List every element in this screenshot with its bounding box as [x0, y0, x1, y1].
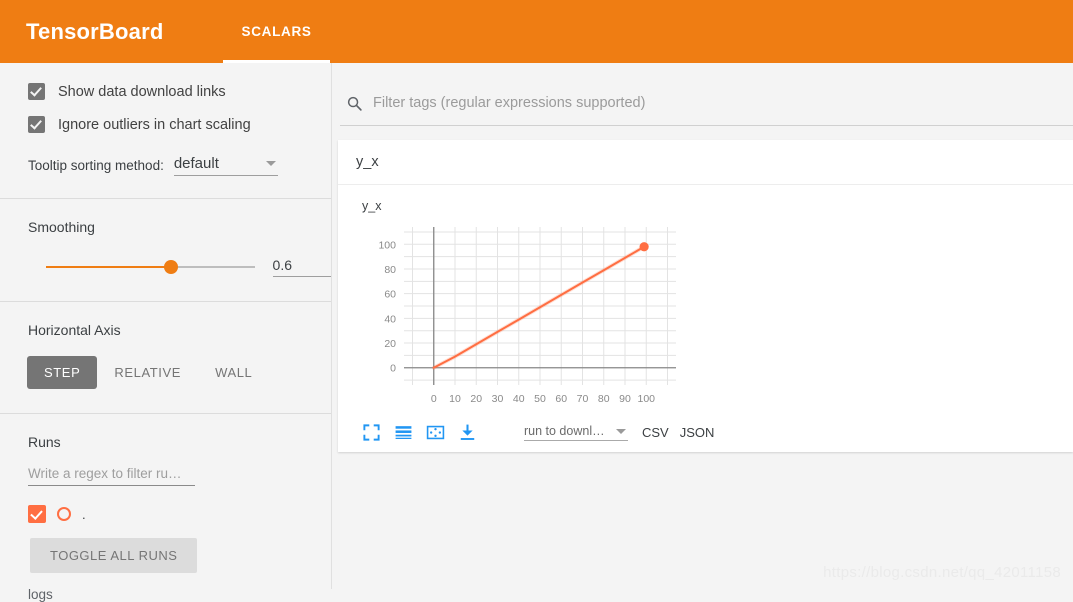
filter-tags-bar[interactable]: Filter tags (regular expressions support… [340, 81, 1073, 126]
search-icon [347, 96, 362, 111]
svg-text:70: 70 [577, 393, 589, 405]
svg-text:40: 40 [513, 393, 525, 405]
show-download-links-checkbox[interactable] [28, 83, 45, 100]
app-header: TensorBoard SCALARS [0, 0, 1073, 63]
body-container: Show data download links Ignore outliers… [0, 63, 1073, 602]
filter-tags-placeholder: Filter tags (regular expressions support… [373, 95, 646, 111]
horizontal-axis-section: Horizontal Axis STEP RELATIVE WALL [0, 302, 331, 413]
runs-title: Runs [28, 434, 61, 450]
horizontal-axis-title: Horizontal Axis [28, 322, 121, 338]
line-chart[interactable]: 0 20 40 60 80 100 0 10 20 30 40 50 60 70 80 90 100 [356, 219, 686, 415]
chart-svg: 0 20 40 60 80 100 0 10 20 30 40 50 60 70 80 90 100 [378, 227, 676, 405]
tooltip-sorting-row: Tooltip sorting method: default [28, 155, 331, 176]
fullscreen-icon[interactable] [362, 423, 381, 442]
svg-text:10: 10 [449, 393, 461, 405]
watermark-text: https://blog.csdn.net/qq_42011158 [823, 564, 1061, 581]
run-checkbox[interactable] [28, 505, 46, 523]
chevron-down-icon [616, 428, 626, 434]
svg-text:90: 90 [619, 393, 631, 405]
runs-section: Runs Write a regex to filter ru… . TOGGL… [0, 414, 331, 602]
ignore-outliers-label: Ignore outliers in chart scaling [58, 116, 251, 133]
ignore-outliers-checkbox[interactable] [28, 116, 45, 133]
ignore-outliers-row[interactable]: Ignore outliers in chart scaling [28, 116, 331, 133]
logs-label: logs [28, 587, 53, 602]
download-icon[interactable] [458, 423, 477, 442]
axis-option-relative[interactable]: RELATIVE [97, 356, 198, 389]
download-run-select[interactable]: run to downl… [524, 424, 628, 441]
svg-text:100: 100 [378, 239, 396, 251]
tooltip-sorting-select[interactable]: default [173, 155, 278, 176]
run-name-label: . [82, 506, 86, 522]
show-download-links-label: Show data download links [58, 83, 226, 100]
tooltip-sorting-value: default [173, 155, 219, 172]
nav-tabs: SCALARS [223, 0, 330, 63]
smoothing-title: Smoothing [28, 219, 95, 235]
main-content: Filter tags (regular expressions support… [332, 63, 1073, 589]
axis-option-wall[interactable]: WALL [198, 356, 269, 389]
runs-filter-input[interactable]: Write a regex to filter ru… [28, 466, 195, 486]
svg-text:20: 20 [384, 338, 396, 350]
chart-toolbar: run to downl… CSV JSON [362, 423, 1073, 442]
fit-domain-icon[interactable] [426, 423, 445, 442]
horizontal-axis-buttons: STEP RELATIVE WALL [27, 356, 331, 413]
svg-text:80: 80 [598, 393, 610, 405]
sidebar-options-section: Show data download links Ignore outliers… [0, 83, 331, 198]
download-json-link[interactable]: JSON [680, 425, 715, 440]
chevron-down-icon [265, 161, 276, 166]
tag-group-header[interactable]: y_x [338, 140, 1073, 185]
svg-text:60: 60 [555, 393, 567, 405]
smoothing-slider[interactable] [46, 260, 255, 274]
svg-text:40: 40 [384, 313, 396, 325]
smoothing-row: 0.6 [28, 257, 331, 301]
app-title: TensorBoard [26, 18, 164, 44]
data-table-icon[interactable] [394, 423, 413, 442]
svg-text:80: 80 [384, 264, 396, 276]
download-run-value: run to downl… [524, 424, 605, 438]
svg-text:0: 0 [431, 393, 437, 405]
download-csv-link[interactable]: CSV [642, 425, 669, 440]
toggle-all-runs-button[interactable]: TOGGLE ALL RUNS [30, 538, 198, 573]
svg-text:60: 60 [384, 289, 396, 301]
svg-text:20: 20 [470, 393, 482, 405]
smoothing-slider-knob[interactable] [164, 260, 179, 274]
smoothing-value-input[interactable]: 0.6 [272, 257, 331, 277]
run-color-circle [57, 507, 71, 521]
run-item[interactable]: . [28, 505, 331, 523]
tooltip-sorting-label: Tooltip sorting method: [28, 158, 164, 173]
smoothing-section: Smoothing 0.6 [0, 199, 331, 301]
smoothing-slider-fill [46, 266, 172, 268]
chart-title: y_x [362, 199, 382, 213]
tab-scalars[interactable]: SCALARS [223, 0, 330, 63]
sidebar: Show data download links Ignore outliers… [0, 63, 332, 602]
svg-text:50: 50 [534, 393, 546, 405]
chart-container: y_x 0 20 40 60 80 100 0 10 20 30 40 50 60 70 80 90 100 [338, 185, 1073, 452]
svg-text:30: 30 [492, 393, 504, 405]
tag-group-card: y_x y_x 0 20 40 60 80 100 0 10 20 30 40 50 60 70 80 90 1… [338, 140, 1073, 452]
axis-option-step[interactable]: STEP [27, 356, 98, 389]
svg-text:100: 100 [637, 393, 655, 405]
show-download-links-row[interactable]: Show data download links [28, 83, 331, 100]
svg-text:0: 0 [390, 363, 396, 375]
